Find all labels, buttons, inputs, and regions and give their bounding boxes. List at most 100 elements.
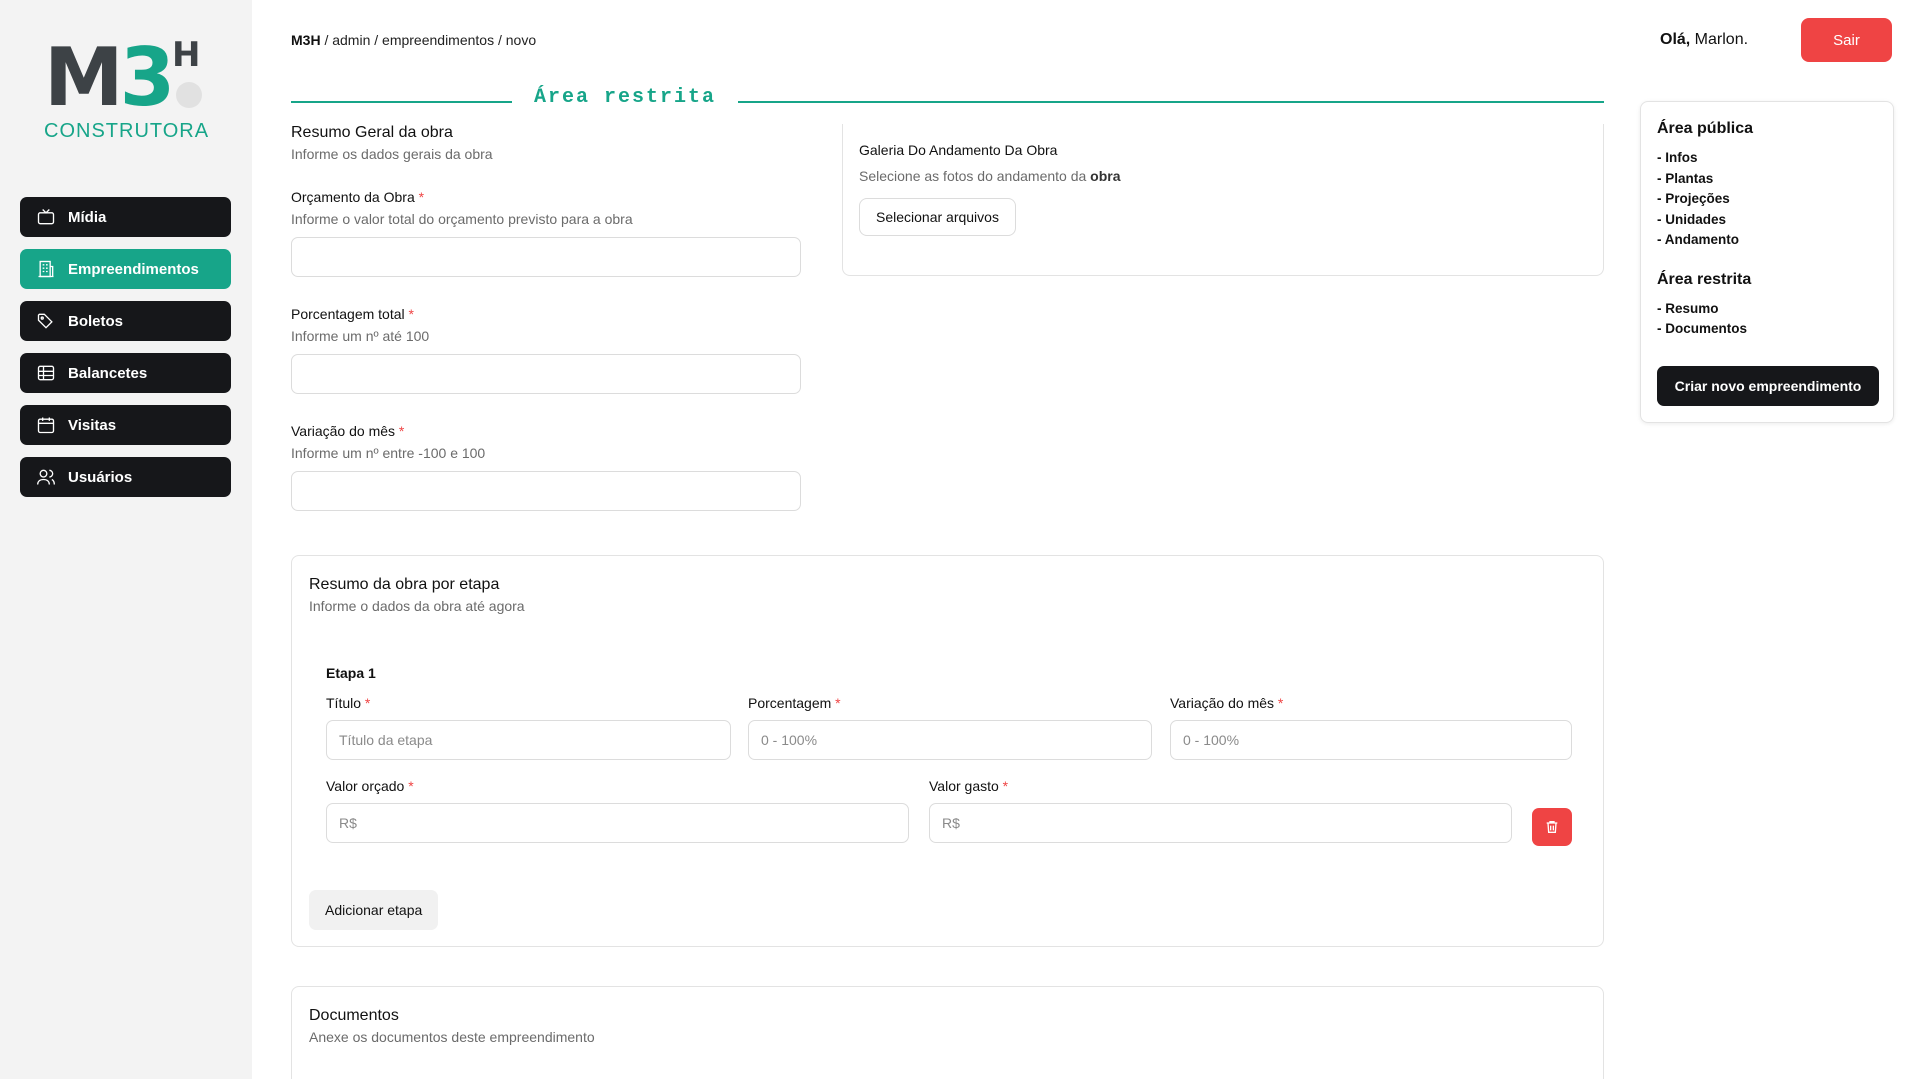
galeria-description: Selecione as fotos do andamento da: [859, 168, 1091, 184]
section-description: Informe o dados da obra até agora: [309, 598, 525, 614]
required-mark: *: [835, 695, 841, 711]
titulo-input[interactable]: Título da etapa: [326, 720, 731, 760]
user-greeting: Olá, Marlon.: [1660, 31, 1748, 49]
section-title: Resumo Geral da obra: [291, 124, 453, 141]
breadcrumb: M3H / admin / empreendimentos / novo: [291, 32, 536, 48]
aside-link-plantas[interactable]: - Plantas: [1657, 169, 1877, 190]
brand-logo[interactable]: M3 H CONSTRUTORA: [44, 38, 214, 148]
add-etapa-button[interactable]: Adicionar etapa: [309, 890, 439, 930]
greeting-bold: Olá,: [1660, 31, 1691, 48]
required-mark: *: [398, 423, 405, 439]
aside-link-andamento[interactable]: - Andamento: [1657, 230, 1877, 251]
aside-link-documentos[interactable]: - Documentos: [1657, 319, 1877, 340]
sidebar-item-label: Usuários: [68, 468, 133, 486]
field-description: Informe o valor total do orçamento previ…: [291, 211, 633, 227]
tv-icon: [37, 209, 55, 225]
field-label: Valor gasto: [929, 778, 999, 794]
sidebar-item-label: Boletos: [68, 312, 124, 330]
trash-icon: [1546, 821, 1558, 833]
required-mark: *: [408, 306, 414, 322]
sections-aside: Área pública - Infos - Plantas - Projeçõ…: [1640, 101, 1894, 423]
field-description: Informe um nº entre -100 e 100: [291, 445, 486, 461]
aside-link-projecoes[interactable]: - Projeções: [1657, 189, 1877, 210]
area-restrita-list: - Resumo - Documentos: [1657, 299, 1877, 340]
required-mark: *: [408, 778, 414, 794]
table-icon: [37, 365, 55, 381]
field-label: Porcentagem: [748, 695, 832, 711]
porcentagem-field: Porcentagem * 0 - 100%: [748, 695, 1152, 760]
sidebar-item-label: Mídia: [68, 208, 107, 226]
breadcrumb-path: / admin / empreendimentos / novo: [320, 32, 537, 48]
variacao-mes-input[interactable]: [291, 471, 801, 511]
documentos-card: Documentos Anexe os documentos deste emp…: [291, 986, 1604, 1079]
variacao-field: Variação do mês * 0 - 100%: [1170, 695, 1572, 760]
valor-orcado-input[interactable]: R$: [326, 803, 909, 843]
field-label: Variação do mês: [1170, 695, 1275, 711]
divider-label: Área restrita: [512, 86, 739, 109]
breadcrumb-root[interactable]: M3H: [291, 32, 321, 48]
logo-dot: [176, 82, 202, 108]
section-title: Documentos: [309, 1007, 399, 1024]
logout-button[interactable]: Sair: [1801, 18, 1892, 62]
sidebar-item-label: Visitas: [68, 416, 117, 434]
logo-subtitle: CONSTRUTORA: [44, 120, 210, 142]
aside-link-infos[interactable]: - Infos: [1657, 148, 1877, 169]
variacao-mes-field: Variação do mês * Informe um nº entre -1…: [291, 423, 801, 511]
galeria-title: Galeria Do Andamento Da Obra: [859, 142, 1058, 158]
sidebar-item-midia[interactable]: Mídia: [20, 197, 231, 237]
select-files-button[interactable]: Selecionar arquivos: [859, 198, 1016, 236]
section-description: Informe os dados gerais da obra: [291, 146, 493, 162]
orcamento-input[interactable]: [291, 237, 801, 277]
porcentagem-total-field: Porcentagem total * Informe um nº até 10…: [291, 306, 801, 394]
field-label: Valor orçado: [326, 778, 405, 794]
sidebar-item-balancetes[interactable]: Balancetes: [20, 353, 231, 393]
etapas-card: Resumo da obra por etapa Informe o dados…: [291, 555, 1604, 947]
galeria-card: Galeria Do Andamento Da Obra Selecione a…: [842, 124, 1604, 276]
field-description: Informe um nº até 100: [291, 328, 430, 344]
valor-orcado-field: Valor orçado * R$: [326, 778, 909, 843]
sidebar-item-empreendimentos[interactable]: Empreendimentos: [20, 249, 231, 289]
users-icon: [37, 469, 55, 485]
sidebar-nav: Mídia Empreendimentos Boletos Balancetes…: [20, 197, 231, 509]
required-mark: *: [364, 695, 371, 711]
galeria-description-bold: obra: [1090, 168, 1121, 184]
area-publica-list: - Infos - Plantas - Projeções - Unidades…: [1657, 148, 1877, 251]
building-icon: [38, 260, 54, 278]
required-mark: *: [1002, 778, 1009, 794]
tags-icon: [37, 313, 53, 329]
porcentagem-total-input[interactable]: [291, 354, 801, 394]
required-mark: *: [418, 189, 425, 205]
delete-etapa-button[interactable]: [1532, 808, 1572, 846]
section-title: Resumo da obra por etapa: [309, 576, 500, 593]
aside-link-resumo[interactable]: - Resumo: [1657, 299, 1877, 320]
sidebar-item-boletos[interactable]: Boletos: [20, 301, 231, 341]
create-empreendimento-button[interactable]: Criar novo empreendimento: [1657, 366, 1879, 406]
area-restrita-title: Área restrita: [1657, 270, 1752, 288]
greeting-name: Marlon.: [1690, 31, 1749, 48]
etapa-name: Etapa 1: [326, 665, 376, 681]
porcentagem-input[interactable]: 0 - 100%: [748, 720, 1152, 760]
valor-gasto-input[interactable]: R$: [929, 803, 1512, 843]
variacao-input[interactable]: 0 - 100%: [1170, 720, 1572, 760]
sidebar-item-label: Empreendimentos: [68, 260, 199, 278]
sidebar: M3 H CONSTRUTORA Mídia Empreendimentos B…: [0, 0, 252, 1079]
resumo-geral-section: Resumo Geral da obra Informe os dados ge…: [291, 124, 801, 511]
valor-gasto-field: Valor gasto * R$: [929, 778, 1512, 843]
section-divider: [291, 101, 1604, 103]
area-publica-title: Área pública: [1657, 120, 1754, 137]
section-description: Anexe os documentos deste empreendimento: [309, 1029, 595, 1045]
field-label: Porcentagem total: [291, 306, 405, 322]
logo-mark: M3: [44, 31, 175, 124]
titulo-field: Título * Título da etapa: [326, 695, 731, 760]
sidebar-item-label: Balancetes: [68, 364, 148, 382]
orcamento-field: Orçamento da Obra * Informe o valor tota…: [291, 189, 801, 277]
calendar-icon: [37, 417, 55, 434]
field-label: Orçamento da Obra: [291, 189, 415, 205]
field-label: Variação do mês: [291, 423, 399, 439]
logo-h: H: [172, 35, 201, 75]
aside-link-unidades[interactable]: - Unidades: [1657, 210, 1877, 231]
required-mark: *: [1277, 695, 1284, 711]
field-label: Título: [326, 695, 362, 711]
sidebar-item-usuarios[interactable]: Usuários: [20, 457, 231, 497]
sidebar-item-visitas[interactable]: Visitas: [20, 405, 231, 445]
